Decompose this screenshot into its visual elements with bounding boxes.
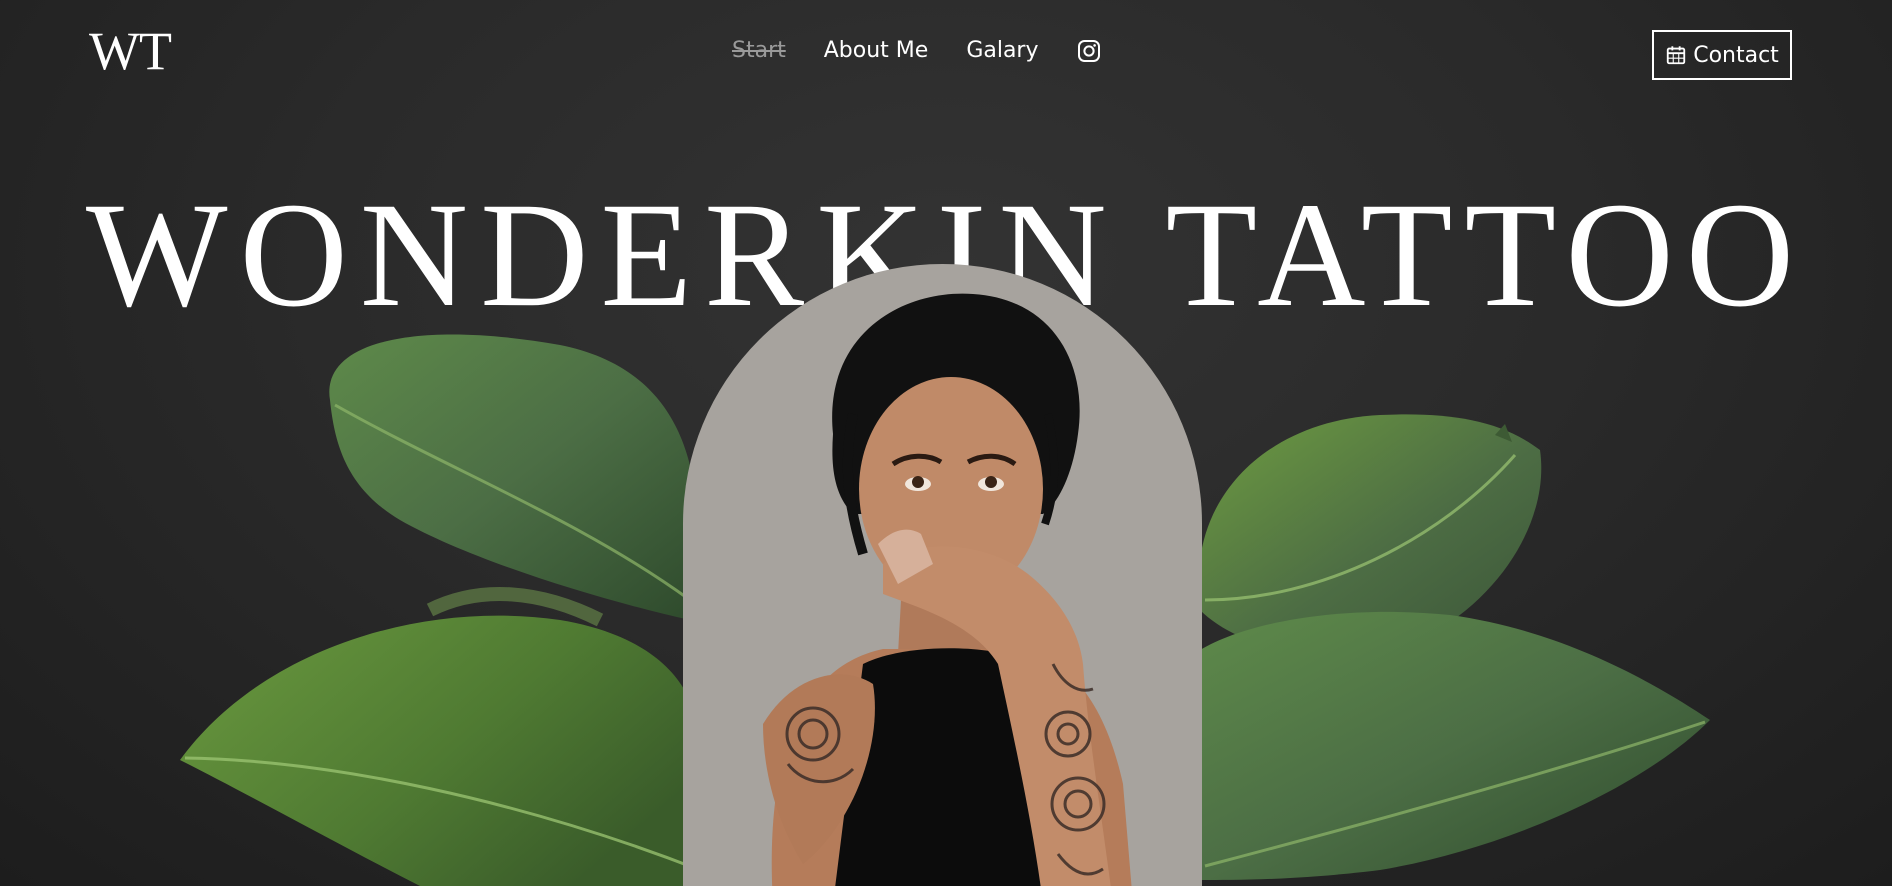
landing-page: WT Start About Me Galary Contact WONDERK… bbox=[0, 0, 1892, 886]
portrait-image bbox=[763, 293, 1132, 886]
hero-portrait-arch bbox=[683, 264, 1202, 886]
